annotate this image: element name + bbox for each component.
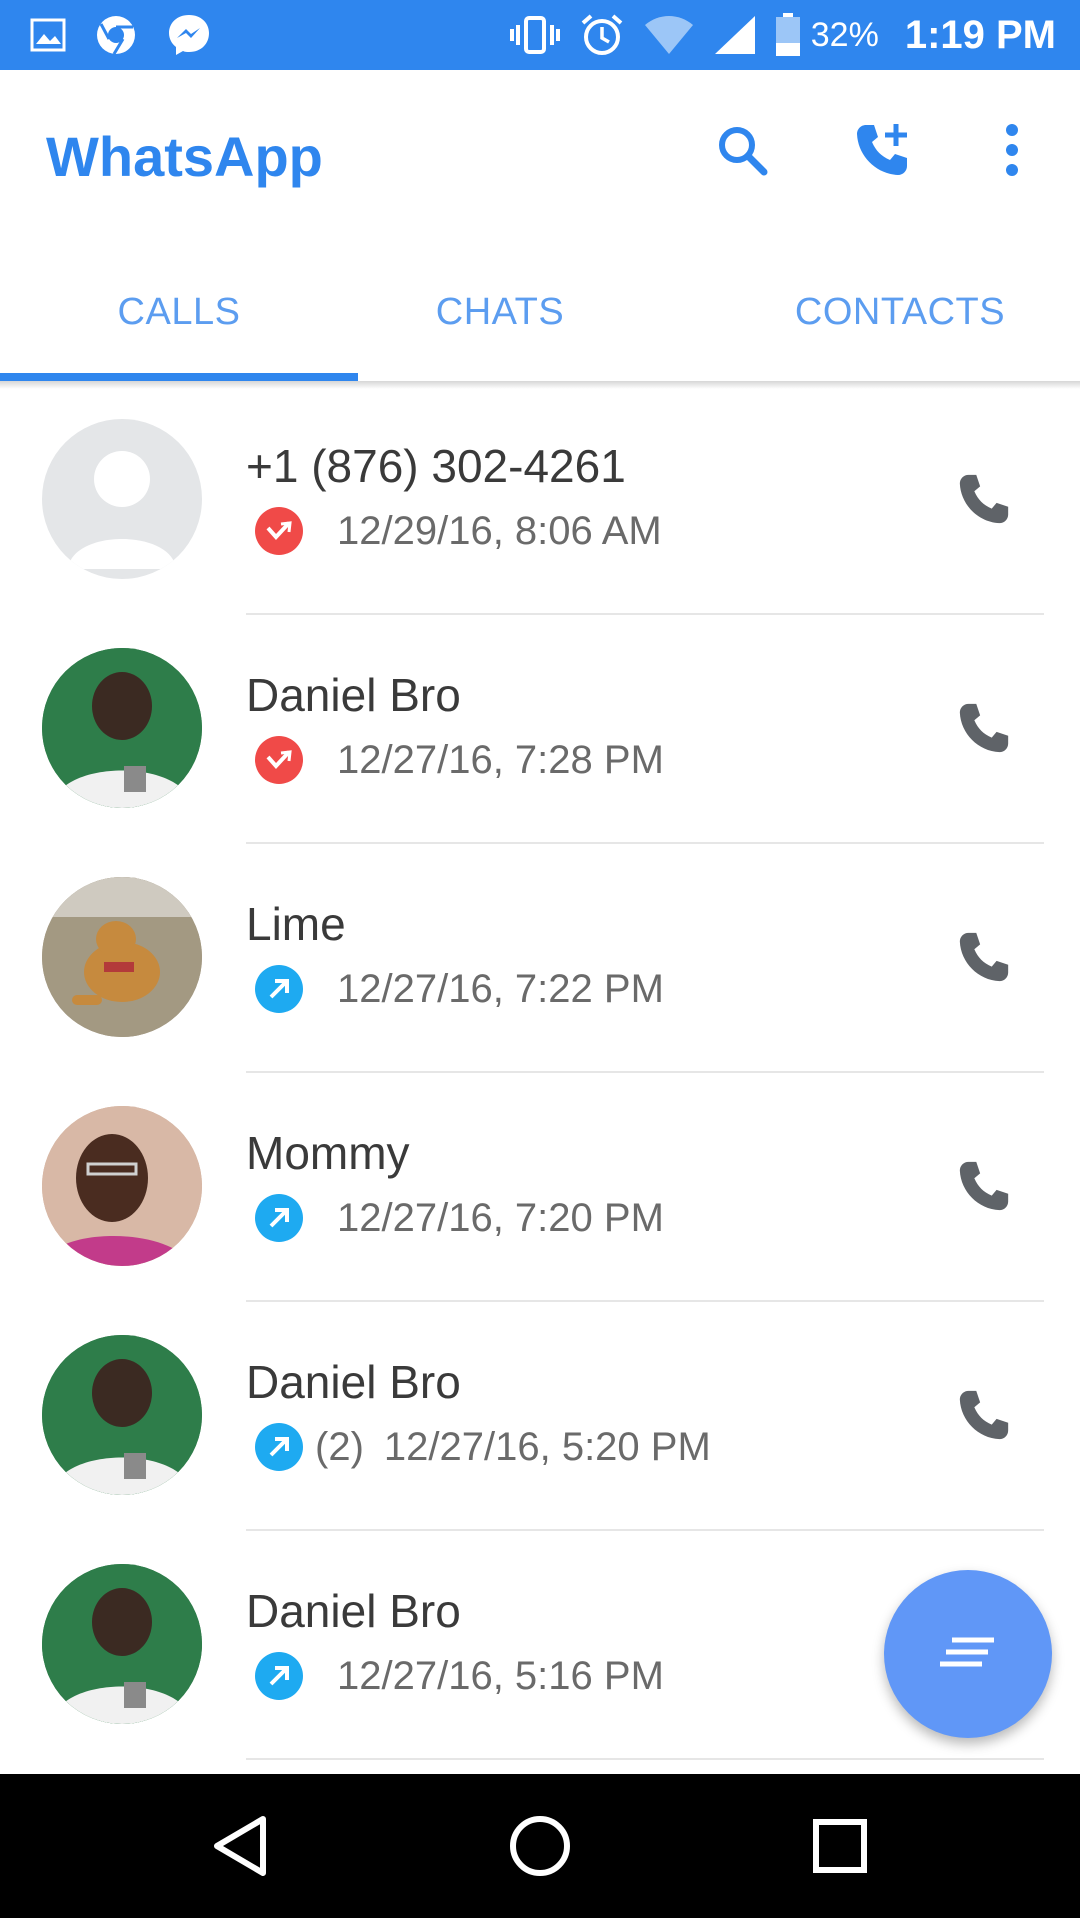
photo-avatar	[42, 1335, 202, 1495]
alarm-icon	[579, 12, 625, 58]
search-icon[interactable]	[712, 120, 772, 180]
tab-indicator	[0, 373, 358, 381]
call-count: (2)	[315, 1424, 364, 1469]
photo-avatar	[42, 648, 202, 808]
row-divider	[246, 1529, 1044, 1531]
call-details: 12/27/16, 7:28 PM	[255, 735, 664, 785]
quick-replies-icon	[938, 1632, 998, 1677]
app-bar-shadow	[0, 381, 1080, 389]
row-divider	[246, 1071, 1044, 1073]
battery-percentage: 32%	[810, 15, 879, 54]
call-button[interactable]	[950, 694, 1018, 762]
battery-icon	[775, 13, 801, 57]
caller-name: Daniel Bro	[246, 1585, 461, 1637]
status-bar-notifications	[30, 10, 240, 60]
wifi-icon	[643, 15, 695, 55]
call-row[interactable]: Mommy 12/27/16, 7:20 PM	[0, 1076, 1080, 1305]
call-details: 12/27/16, 7:22 PM	[255, 964, 664, 1014]
tab-contacts[interactable]: CONTACTS	[700, 256, 1080, 368]
caller-name: Lime	[246, 898, 346, 950]
call-time: 12/27/16, 5:20 PM	[383, 1424, 711, 1469]
quick-replies-fab[interactable]	[884, 1570, 1052, 1738]
caller-name: Daniel Bro	[246, 669, 461, 721]
caller-name: +1 (876) 302-4261	[246, 440, 626, 492]
status-bar-clock: 1:19 PM	[904, 12, 1056, 57]
missed-call-icon	[255, 736, 303, 784]
call-row[interactable]: Daniel Bro (2) 12/27/16, 5:20 PM	[0, 1305, 1080, 1534]
call-row[interactable]: +1 (876) 302-4261 12/29/16, 8:06 AM	[0, 389, 1080, 618]
photo-avatar	[42, 1106, 202, 1266]
default-avatar	[42, 419, 202, 579]
home-icon[interactable]	[504, 1810, 576, 1882]
call-row[interactable]: Daniel Bro 12/27/16, 7:28 PM	[0, 618, 1080, 847]
caller-name: Daniel Bro	[246, 1356, 461, 1408]
call-details: (2) 12/27/16, 5:20 PM	[255, 1422, 711, 1472]
tab-bar: CALLS CHATS CONTACTS	[0, 256, 1080, 368]
add-call-icon[interactable]	[852, 120, 912, 180]
vibrate-icon	[509, 15, 561, 55]
status-bar-system: 32% 1:19 PM	[491, 10, 1056, 60]
outgoing-call-icon	[255, 1423, 303, 1471]
missed-call-icon	[255, 507, 303, 555]
back-icon[interactable]	[204, 1810, 276, 1882]
chrome-icon	[94, 13, 138, 57]
call-time: 12/27/16, 7:28 PM	[337, 737, 664, 782]
row-divider	[246, 1300, 1044, 1302]
call-time: 12/27/16, 7:22 PM	[337, 966, 664, 1011]
call-button[interactable]	[950, 1381, 1018, 1449]
caller-name: Mommy	[246, 1127, 410, 1179]
tab-chats[interactable]: CHATS	[358, 256, 642, 368]
call-time: 12/27/16, 5:16 PM	[337, 1653, 664, 1698]
row-divider	[246, 1758, 1044, 1760]
recents-icon[interactable]	[804, 1810, 876, 1882]
call-button[interactable]	[950, 465, 1018, 533]
more-vert-icon[interactable]	[982, 120, 1042, 180]
outgoing-call-icon	[255, 965, 303, 1013]
call-button[interactable]	[950, 1152, 1018, 1220]
call-time: 12/29/16, 8:06 AM	[337, 508, 662, 553]
row-divider	[246, 613, 1044, 615]
gallery-icon	[30, 18, 66, 52]
dog-photo-avatar	[42, 877, 202, 1037]
row-divider	[246, 842, 1044, 844]
call-details: 12/27/16, 5:16 PM	[255, 1651, 664, 1701]
call-details: 12/27/16, 7:20 PM	[255, 1193, 664, 1243]
outgoing-call-icon	[255, 1652, 303, 1700]
call-list: +1 (876) 302-4261 12/29/16, 8:06 AM Dani…	[0, 389, 1080, 1774]
navigation-bar	[0, 1774, 1080, 1918]
app-title: WhatsApp	[46, 125, 323, 188]
call-time: 12/27/16, 7:20 PM	[337, 1195, 664, 1240]
outgoing-call-icon	[255, 1194, 303, 1242]
call-details: 12/29/16, 8:06 AM	[255, 506, 662, 556]
photo-avatar	[42, 1564, 202, 1724]
call-row[interactable]: Lime 12/27/16, 7:22 PM	[0, 847, 1080, 1076]
signal-icon	[713, 14, 757, 56]
tab-calls[interactable]: CALLS	[0, 256, 358, 368]
messenger-icon	[166, 12, 212, 58]
call-button[interactable]	[950, 923, 1018, 991]
status-bar: 32% 1:19 PM	[0, 0, 1080, 70]
